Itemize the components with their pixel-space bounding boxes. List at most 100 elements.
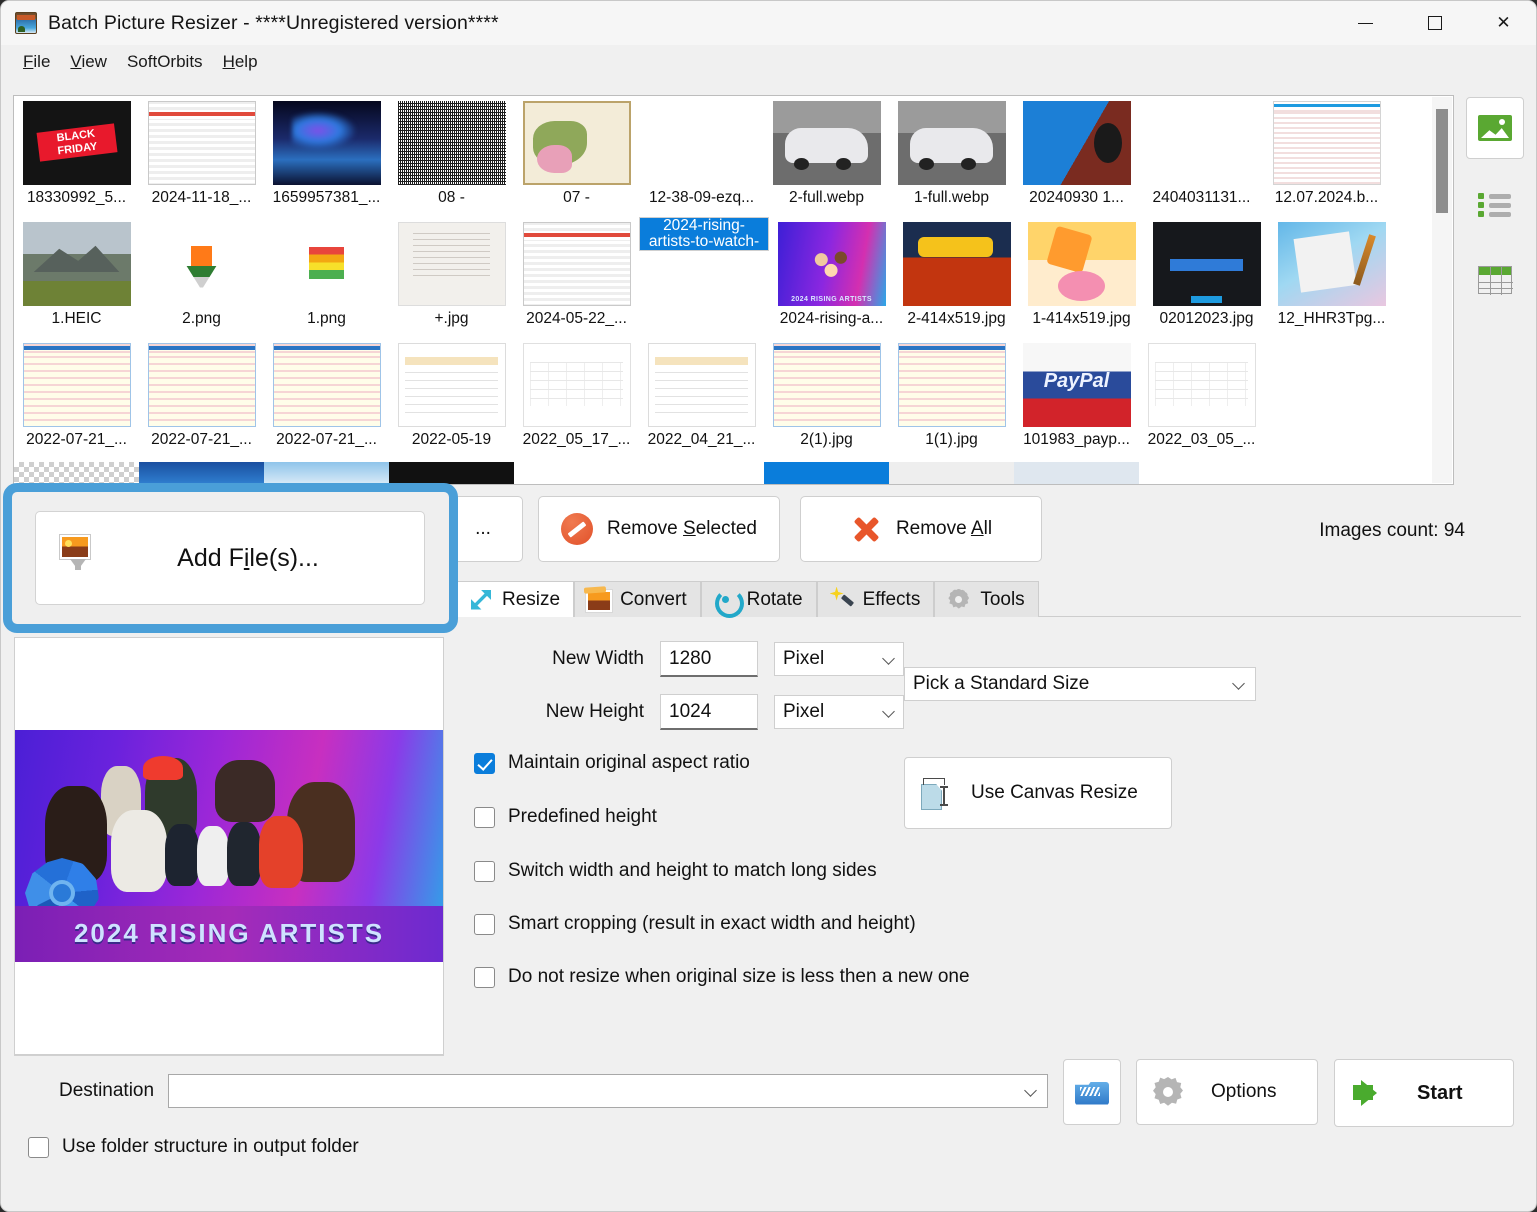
view-mode-thumbnail-button[interactable]: [1466, 97, 1524, 159]
checkbox-use-folder-structure[interactable]: Use folder structure in output folder: [28, 1136, 359, 1158]
thumbnail-item[interactable]: 2-414x519.jpg: [894, 217, 1019, 338]
view-mode-details-button[interactable]: [1466, 249, 1524, 311]
thumbnail-item[interactable]: 101983_payp...: [1014, 338, 1139, 459]
thumbnail-item[interactable]: 2-full.webp: [764, 96, 889, 217]
add-files-button[interactable]: Add File(s)...: [35, 511, 425, 605]
menu-view[interactable]: View: [60, 49, 117, 75]
thumbnail-list-panel[interactable]: 18330992_5...2024-11-18_...1659957381_..…: [13, 95, 1454, 485]
tab-convert[interactable]: Convert: [574, 581, 701, 617]
thumbnail-art: [23, 222, 131, 306]
checkbox-maintain-aspect-ratio[interactable]: Maintain original aspect ratio: [474, 752, 750, 774]
start-button[interactable]: Start: [1334, 1059, 1514, 1127]
preview-banner: 2024 RISING ARTISTS: [15, 906, 443, 962]
list-item[interactable]: [889, 462, 1014, 484]
thumbnail-item[interactable]: 1-414x519.jpg: [1019, 217, 1144, 338]
thumbnail-item[interactable]: 02012023.jpg: [1144, 217, 1269, 338]
thumbnail-item[interactable]: +.jpg: [389, 217, 514, 338]
thumbnail-art: [903, 222, 1011, 306]
checkbox-box[interactable]: [474, 753, 495, 774]
checkbox-switch-width-height[interactable]: Switch width and height to match long si…: [474, 860, 877, 882]
thumbnail-item[interactable]: 12_HHR3Tpg...: [1269, 217, 1394, 338]
new-height-unit-select[interactable]: Pixel: [774, 695, 904, 729]
tab-rotate[interactable]: Rotate: [701, 581, 817, 617]
remove-selected-button[interactable]: Remove Selected: [538, 496, 780, 562]
close-icon: ✕: [1496, 13, 1510, 33]
thumbnail-item[interactable]: 12.07.2024.b...: [1264, 96, 1389, 217]
thumbnail-item[interactable]: 1.png: [264, 217, 389, 338]
thumbnail-item[interactable]: 2022-07-21_...: [264, 338, 389, 459]
checkbox-box[interactable]: [474, 967, 495, 988]
thumbnail-item[interactable]: 1.HEIC: [14, 217, 139, 338]
list-item[interactable]: [1014, 462, 1139, 484]
new-height-input[interactable]: [660, 694, 758, 730]
tab-tools[interactable]: Tools: [934, 581, 1038, 617]
list-item[interactable]: [14, 462, 139, 484]
new-width-unit-select[interactable]: Pixel: [774, 642, 904, 676]
thumbnail-item[interactable]: 2024-rising-artists-to-watch-britteny-sp…: [639, 217, 769, 251]
menu-file[interactable]: File: [13, 49, 60, 75]
list-item[interactable]: [1264, 462, 1389, 484]
list-item[interactable]: [639, 462, 764, 484]
list-item[interactable]: [514, 462, 639, 484]
thumbnail-item[interactable]: 2022_05_17_...: [514, 338, 639, 459]
view-mode-list-button[interactable]: [1466, 173, 1524, 235]
thumbnail-item[interactable]: 08 -: [389, 96, 514, 217]
red-x-icon: [850, 513, 882, 545]
list-item[interactable]: [1139, 462, 1264, 484]
thumbnail-item[interactable]: 2.png: [139, 217, 264, 338]
chevron-down-icon: [1232, 677, 1245, 690]
thumbnail-item[interactable]: 2022-07-21_...: [139, 338, 264, 459]
menu-help[interactable]: Help: [213, 49, 268, 75]
thumbnail-item[interactable]: 1659957381_...: [264, 96, 389, 217]
list-item[interactable]: [264, 462, 389, 484]
list-item[interactable]: [389, 462, 514, 484]
thumbnail-item[interactable]: 20240930 1...: [1014, 96, 1139, 217]
new-width-input[interactable]: [660, 641, 758, 677]
checkbox-smart-cropping[interactable]: Smart cropping (result in exact width an…: [474, 913, 916, 935]
list-item[interactable]: [139, 462, 264, 484]
thumbnail-item[interactable]: 1(1).jpg: [889, 338, 1014, 459]
checkbox-box[interactable]: [28, 1137, 49, 1158]
checkbox-box[interactable]: [474, 914, 495, 935]
menu-softorbits[interactable]: SoftOrbits: [117, 49, 213, 75]
thumbnail-item[interactable]: 2024-11-18_...: [139, 96, 264, 217]
options-button[interactable]: Options: [1136, 1059, 1318, 1125]
menu-bar: File View SoftOrbits Help: [1, 45, 1537, 79]
tab-effects[interactable]: Effects: [817, 581, 935, 617]
maximize-button[interactable]: [1400, 1, 1469, 45]
thumbnail-image: [264, 338, 389, 432]
use-canvas-resize-button[interactable]: Use Canvas Resize: [904, 757, 1172, 829]
destination-combobox[interactable]: [168, 1074, 1048, 1108]
checkbox-predefined-height[interactable]: Predefined height: [474, 806, 657, 828]
browse-destination-button[interactable]: [1063, 1059, 1121, 1125]
thumbnail-item[interactable]: 2022_03_05_...: [1139, 338, 1264, 459]
close-button[interactable]: ✕: [1469, 1, 1537, 45]
thumbnail-item[interactable]: 2022-05-19: [389, 338, 514, 459]
thumbnail-item[interactable]: 18330992_5...: [14, 96, 139, 217]
thumbnail-item[interactable]: 2024-rising-a...: [769, 217, 894, 338]
thumbnail-item[interactable]: 2022_04_21_...: [639, 338, 764, 459]
standard-size-select[interactable]: Pick a Standard Size: [904, 667, 1256, 701]
tab-resize[interactable]: Resize: [456, 581, 574, 617]
thumbnail-item[interactable]: 12-38-09-ezq...: [639, 96, 764, 217]
thumbnail-scrollbar[interactable]: [1432, 97, 1452, 483]
thumbnail-item[interactable]: 2404031131...: [1139, 96, 1264, 217]
thumbnail-image: [514, 96, 639, 190]
thumbnail-caption: 2022-07-21_...: [264, 432, 389, 448]
remove-all-button[interactable]: Remove All: [800, 496, 1042, 562]
thumbnail-item[interactable]: 07 -: [514, 96, 639, 217]
resize-arrows-icon: [468, 587, 494, 613]
list-item[interactable]: [764, 462, 889, 484]
thumbnail-item[interactable]: 2(1).jpg: [764, 338, 889, 459]
thumbnail-caption: 2022_03_05_...: [1139, 432, 1264, 448]
thumbnail-item[interactable]: 1-full.webp: [889, 96, 1014, 217]
checkbox-box[interactable]: [474, 861, 495, 882]
checkbox-do-not-resize-smaller[interactable]: Do not resize when original size is less…: [474, 966, 970, 988]
scrollbar-thumb[interactable]: [1436, 109, 1448, 213]
new-width-label: New Width: [504, 648, 644, 670]
thumbnail-item[interactable]: 2024-05-22_...: [514, 217, 639, 338]
thumbnail-item[interactable]: 2022-07-21_...: [14, 338, 139, 459]
minimize-button[interactable]: [1331, 1, 1400, 45]
standard-size-value: Pick a Standard Size: [913, 673, 1089, 695]
checkbox-box[interactable]: [474, 807, 495, 828]
